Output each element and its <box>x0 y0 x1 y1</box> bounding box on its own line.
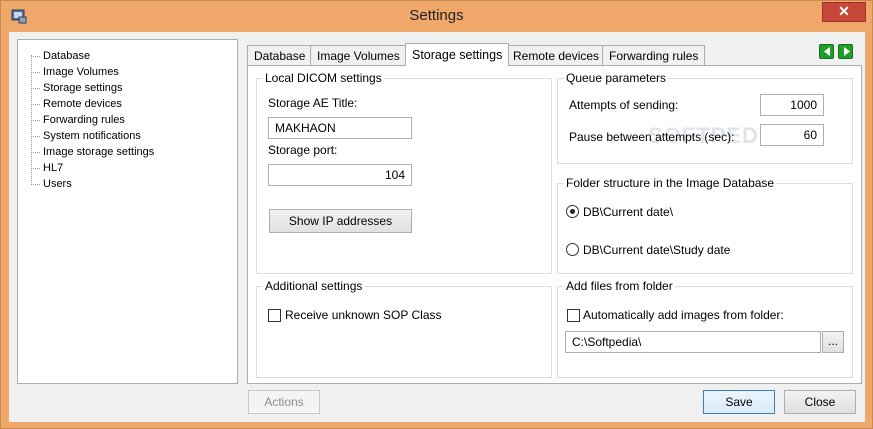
window-title: Settings <box>409 7 464 24</box>
receive-unknown-sop-label[interactable]: Receive unknown SOP Class <box>285 308 442 322</box>
radio-db-current-date[interactable] <box>566 205 579 218</box>
ae-title-input[interactable]: MAKHAON <box>268 117 412 139</box>
receive-unknown-sop-checkbox[interactable] <box>268 309 281 322</box>
additional-settings-title: Additional settings <box>263 279 365 293</box>
tab-storage-settings[interactable]: Storage settings <box>405 43 510 66</box>
tree-item-database[interactable]: Database <box>30 48 90 64</box>
settings-tree[interactable]: Database Image Volumes Storage settings … <box>17 39 238 384</box>
folder-path-input[interactable]: C:\Softpedia\ <box>565 331 821 353</box>
tree-item-forwarding-rules[interactable]: Forwarding rules <box>31 112 125 128</box>
queue-parameters-group: Queue parameters Attempts of sending: 10… <box>557 71 853 164</box>
tree-item-image-volumes[interactable]: Image Volumes <box>31 64 119 80</box>
window-close-button[interactable]: ✕ <box>822 2 866 22</box>
auto-add-images-checkbox[interactable] <box>567 309 580 322</box>
tree-item-system-notifications[interactable]: System notifications <box>31 128 141 144</box>
title-bar[interactable]: Settings ✕ <box>1 1 872 32</box>
tab-image-volumes[interactable]: Image Volumes <box>310 45 407 65</box>
tree-item-image-storage-settings[interactable]: Image storage settings <box>30 144 154 160</box>
pause-label: Pause between attempts (sec): <box>569 130 735 144</box>
radio-db-current-date-study-date-label[interactable]: DB\Current date\Study date <box>583 243 730 257</box>
tab-scroll-left-icon[interactable] <box>819 44 834 59</box>
tree-item-remote-devices[interactable]: Remote devices <box>31 96 122 112</box>
folder-structure-group: Folder structure in the Image Database D… <box>557 176 853 274</box>
tree-item-users[interactable]: Users <box>31 176 72 192</box>
auto-add-images-label[interactable]: Automatically add images from folder: <box>583 308 784 322</box>
local-dicom-group: Local DICOM settings Storage AE Title: M… <box>256 71 552 274</box>
show-ip-addresses-button[interactable]: Show IP addresses <box>269 209 412 233</box>
ae-title-label: Storage AE Title: <box>268 96 358 110</box>
tab-database[interactable]: Database <box>247 45 313 65</box>
queue-parameters-title: Queue parameters <box>564 71 669 85</box>
folder-structure-title: Folder structure in the Image Database <box>564 176 777 190</box>
attempts-input[interactable]: 1000 <box>760 94 824 116</box>
tab-forwarding-rules[interactable]: Forwarding rules <box>602 45 706 65</box>
actions-button[interactable]: Actions <box>248 390 320 414</box>
radio-db-current-date-label[interactable]: DB\Current date\ <box>583 205 673 219</box>
tab-scroll-right-icon[interactable] <box>838 44 853 59</box>
add-files-group: Add files from folder Automatically add … <box>557 279 853 378</box>
storage-port-label: Storage port: <box>268 143 338 157</box>
tab-scroll-arrows <box>819 44 853 60</box>
add-files-title: Add files from folder <box>564 279 675 293</box>
settings-window: Settings ✕ Database Image Volumes Storag… <box>0 0 873 429</box>
client-area: Database Image Volumes Storage settings … <box>9 32 865 422</box>
additional-settings-group: Additional settings Receive unknown SOP … <box>256 279 552 378</box>
storage-port-input[interactable]: 104 <box>268 164 412 186</box>
browse-folder-button[interactable]: ... <box>822 331 844 353</box>
radio-db-current-date-study-date[interactable] <box>566 243 579 256</box>
save-button[interactable]: Save <box>703 390 775 414</box>
tree-item-hl7[interactable]: HL7 <box>30 160 63 176</box>
tab-remote-devices[interactable]: Remote devices <box>506 45 607 65</box>
pause-input[interactable]: 60 <box>760 124 824 146</box>
tree-item-storage-settings[interactable]: Storage settings <box>31 80 123 96</box>
attempts-label: Attempts of sending: <box>569 98 679 112</box>
local-dicom-title: Local DICOM settings <box>263 71 384 85</box>
close-button[interactable]: Close <box>784 390 856 414</box>
storage-settings-panel: SOFTPEDIA Local DICOM settings Storage A… <box>247 65 862 384</box>
